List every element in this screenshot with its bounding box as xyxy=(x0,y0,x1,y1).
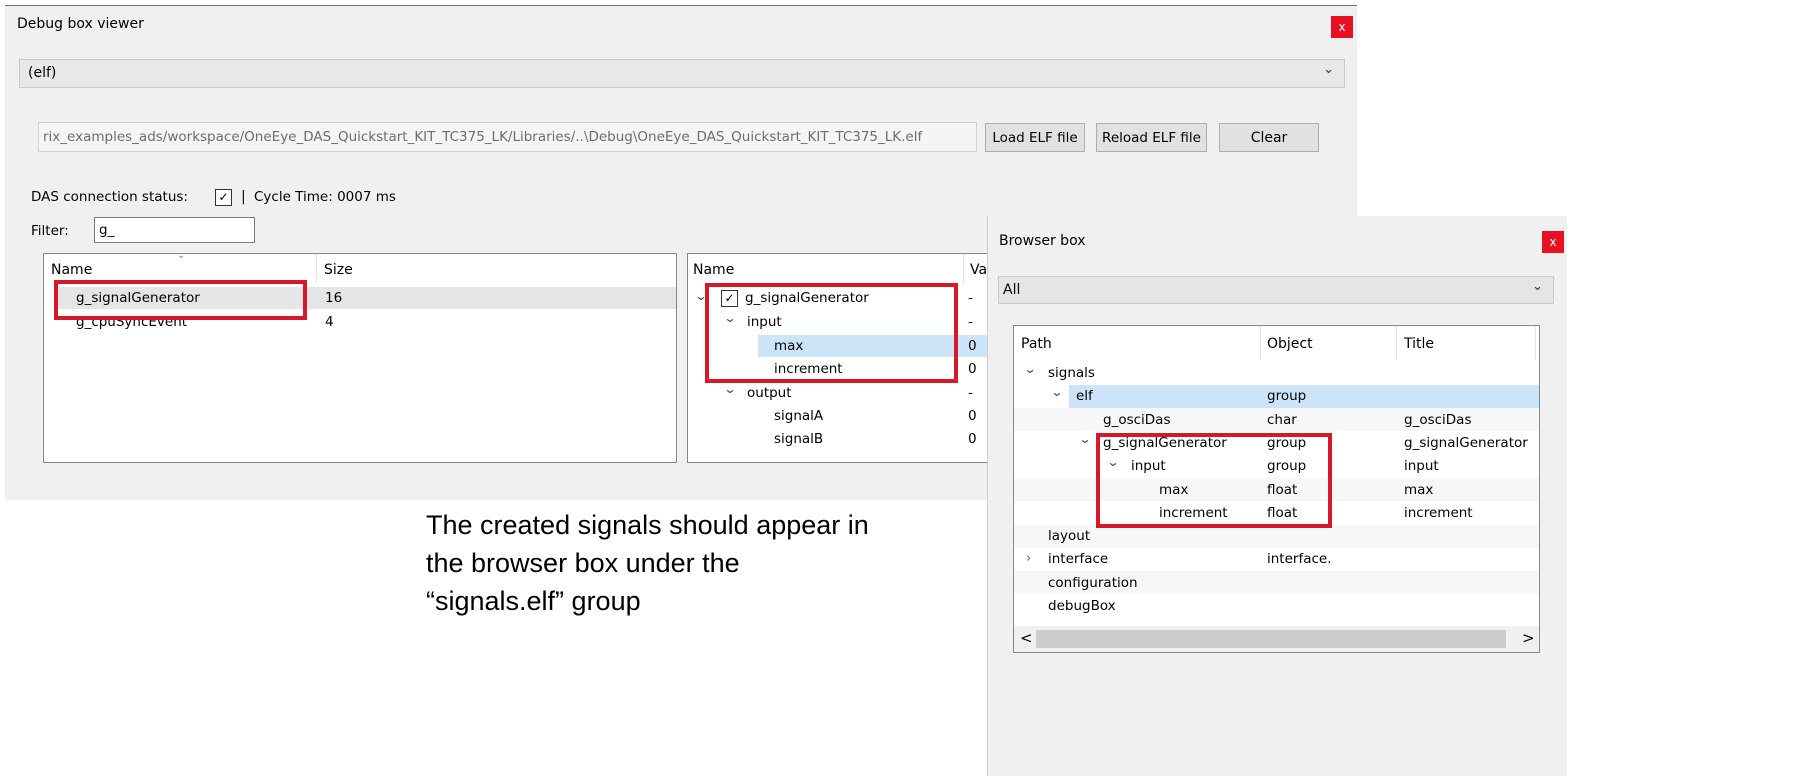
chevron-down-icon[interactable]: ⌄ xyxy=(1023,362,1036,376)
tree-row-value: 0 xyxy=(968,338,977,354)
column-header-size[interactable]: Size xyxy=(324,262,353,278)
column-header-title[interactable]: Title xyxy=(1404,336,1434,352)
reload-elf-button[interactable]: Reload ELF file xyxy=(1096,123,1207,152)
column-divider xyxy=(1396,326,1397,360)
column-divider xyxy=(1535,326,1536,360)
status-separator: | xyxy=(241,189,246,205)
tree-row-path[interactable]: g_osciDas xyxy=(1103,412,1171,428)
tree-row-value: - xyxy=(968,314,973,330)
tree-row-title: increment xyxy=(1404,505,1473,521)
filter-label: Filter: xyxy=(31,223,69,239)
column-divider xyxy=(1260,326,1261,360)
tree-row-path[interactable]: signals xyxy=(1048,365,1095,381)
caption-line-2: the browser box under the xyxy=(426,548,740,578)
chevron-down-icon: ⌄ xyxy=(1532,279,1543,294)
chevron-down-icon[interactable]: ⌄ xyxy=(1078,432,1091,446)
caption-line-3: “signals.elf” group xyxy=(426,586,641,616)
column-header-object[interactable]: Object xyxy=(1267,336,1313,352)
tree-row-object: group xyxy=(1267,388,1307,404)
debug-window-close-button[interactable]: x xyxy=(1331,16,1353,38)
tree-row-value: 0 xyxy=(968,431,977,447)
tree-row-value: 0 xyxy=(968,408,977,424)
caption-line-1: The created signals should appear in xyxy=(426,510,869,540)
tree-row-path[interactable]: configuration xyxy=(1048,575,1138,591)
tree-row-title: max xyxy=(1404,482,1434,498)
tree-row-title: g_osciDas xyxy=(1404,412,1472,428)
cycle-time-label: Cycle Time: 0007 ms xyxy=(254,189,396,205)
clear-button[interactable]: Clear xyxy=(1219,123,1319,152)
chevron-down-icon[interactable]: ⌄ xyxy=(723,382,736,396)
chevron-right-icon[interactable]: › xyxy=(1026,551,1031,566)
tree-row-title: input xyxy=(1404,458,1439,474)
scroll-right-button[interactable]: > xyxy=(1522,629,1535,647)
debug-window-left-gap xyxy=(0,436,5,500)
tree-row-value: - xyxy=(968,385,973,401)
highlight-box-browser-tree xyxy=(1096,433,1332,528)
scroll-left-button[interactable]: < xyxy=(1020,629,1033,647)
column-header-name[interactable]: Name xyxy=(693,262,734,278)
chevron-down-icon: ⌄ xyxy=(1323,62,1334,77)
tree-row-path: elf xyxy=(1076,388,1093,404)
column-header-name[interactable]: Name xyxy=(51,262,92,278)
tree-row-value: 0 xyxy=(968,361,977,377)
table-row-size: 16 xyxy=(325,290,343,306)
tree-row-object: char xyxy=(1267,412,1297,428)
column-divider xyxy=(963,254,964,284)
browser-window-close-button[interactable]: x xyxy=(1542,231,1564,253)
load-elf-button[interactable]: Load ELF file xyxy=(985,123,1085,152)
debug-window-top-border xyxy=(5,5,1357,6)
tree-row-label[interactable]: signalB xyxy=(774,431,823,447)
horizontal-scrollbar[interactable]: < > xyxy=(1014,626,1539,652)
das-connection-status-label: DAS connection status: xyxy=(31,189,188,205)
tree-row-object: interface. xyxy=(1267,551,1332,567)
browser-window-title: Browser box xyxy=(999,233,1086,249)
elf-source-combobox[interactable]: (elf) ⌄ xyxy=(19,59,1345,88)
filter-input-value: g_ xyxy=(99,222,115,238)
filter-input[interactable]: g_ xyxy=(94,217,255,243)
tree-row-title: g_signalGenerator xyxy=(1404,435,1528,451)
das-connection-checkbox[interactable]: ✓ xyxy=(215,189,232,206)
tree-row-path[interactable]: interface xyxy=(1048,551,1108,567)
highlight-box-signal-generator-row xyxy=(54,280,307,320)
debug-window-title: Debug box viewer xyxy=(17,16,144,32)
tree-row-label[interactable]: signalA xyxy=(774,408,823,424)
elf-source-value: (elf) xyxy=(28,65,57,81)
scrollbar-thumb[interactable] xyxy=(1036,630,1506,648)
chevron-down-icon[interactable]: ⌄ xyxy=(1050,385,1063,399)
elf-path-field[interactable]: rix_examples_ads/workspace/OneEye_DAS_Qu… xyxy=(38,122,977,152)
elf-path-text: rix_examples_ads/workspace/OneEye_DAS_Qu… xyxy=(43,129,923,145)
sort-indicator-icon: ⌄ xyxy=(177,250,186,261)
table-row-size: 4 xyxy=(325,314,334,330)
column-header-path[interactable]: Path xyxy=(1021,336,1052,352)
row-stripe xyxy=(1014,525,1539,548)
tree-row-label[interactable]: output xyxy=(747,385,792,401)
column-divider xyxy=(316,254,317,284)
tree-row-value: - xyxy=(968,290,973,306)
highlight-box-debug-tree xyxy=(705,283,958,383)
tree-row-path[interactable]: layout xyxy=(1048,528,1090,544)
browser-filter-combobox[interactable]: All ⌄ xyxy=(998,276,1554,304)
browser-filter-value: All xyxy=(1003,282,1021,298)
tree-row-path[interactable]: debugBox xyxy=(1048,598,1116,614)
